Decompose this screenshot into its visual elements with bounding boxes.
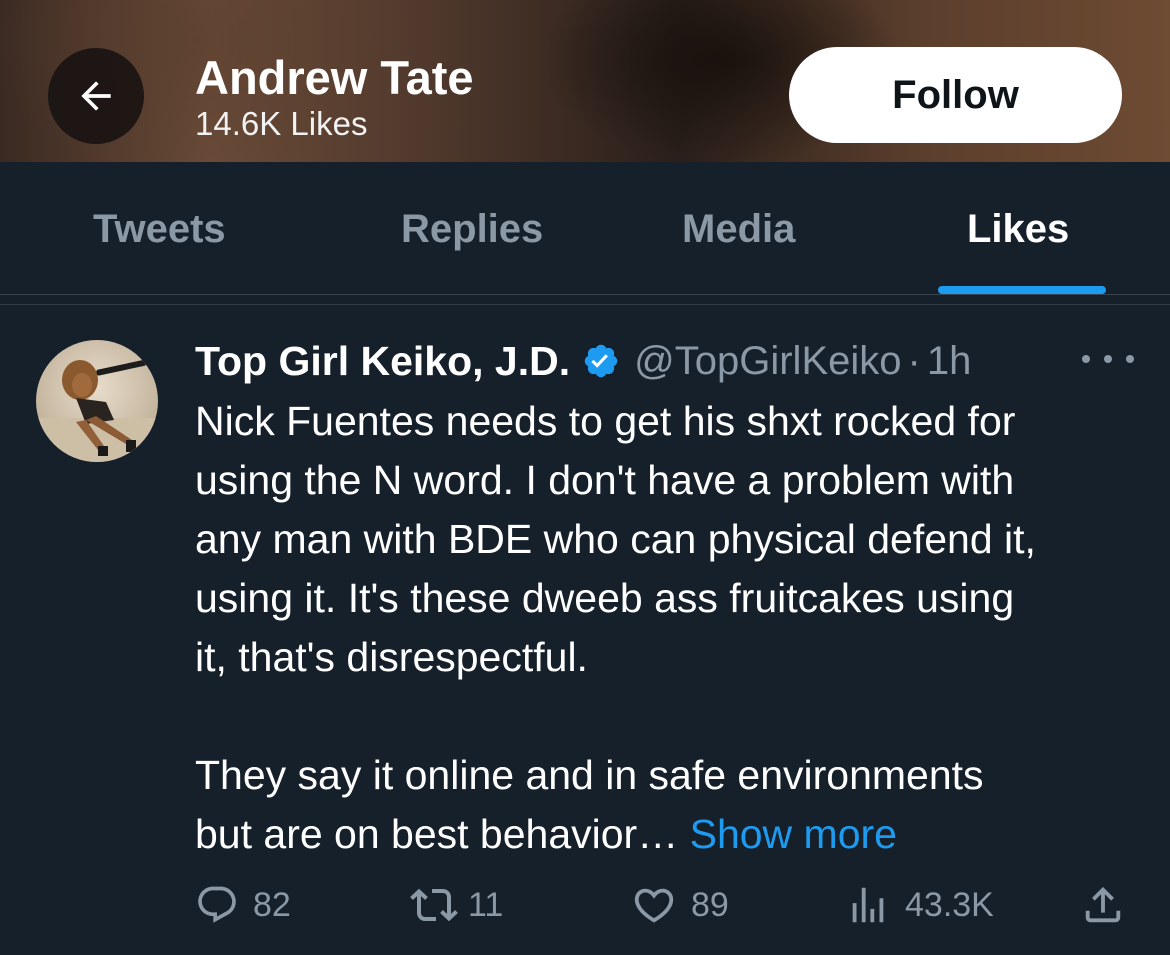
- tweet-line: but are on best behavior…: [195, 811, 679, 857]
- tweet-line: Nick Fuentes needs to get his shxt rocke…: [195, 398, 1016, 444]
- separator-dot: ·: [907, 338, 921, 383]
- tab-tweets[interactable]: Tweets: [93, 206, 226, 252]
- profile-tabs: Tweets Replies Media Likes: [0, 162, 1170, 295]
- show-more-link[interactable]: Show more: [690, 811, 897, 857]
- share-button[interactable]: [1080, 880, 1126, 930]
- tweet-actions: 82 11 89 43.3K: [195, 880, 1135, 930]
- divider: [0, 304, 1170, 305]
- tweet-timestamp[interactable]: 1h: [927, 339, 972, 384]
- like-button[interactable]: 89: [631, 880, 729, 930]
- tab-replies[interactable]: Replies: [401, 206, 543, 252]
- verified-badge-icon: [582, 342, 620, 380]
- tweet-line: They say it online and in safe environme…: [195, 752, 984, 798]
- tweet-line: any man with BDE who can physical defend…: [195, 516, 1036, 562]
- author-name[interactable]: Top Girl Keiko, J.D.: [195, 338, 570, 385]
- more-options-button[interactable]: [1082, 345, 1134, 373]
- avatar[interactable]: [36, 340, 158, 462]
- follow-button[interactable]: Follow: [789, 47, 1122, 143]
- tweet-line: using it. It's these dweeb ass fruitcake…: [195, 575, 1015, 621]
- author-handle[interactable]: @TopGirlKeiko: [634, 339, 901, 384]
- reply-button[interactable]: 82: [195, 880, 291, 930]
- retweet-icon: [410, 888, 458, 922]
- reply-icon: [198, 886, 236, 923]
- active-tab-indicator: [938, 286, 1106, 294]
- share-icon: [1085, 886, 1121, 923]
- tweet-author-line: Top Girl Keiko, J.D. @TopGirlKeiko · 1h: [195, 336, 971, 386]
- avatar-image: [36, 340, 158, 462]
- heart-icon: [634, 888, 674, 923]
- tab-likes[interactable]: Likes: [967, 206, 1069, 252]
- tab-media[interactable]: Media: [682, 206, 795, 252]
- views-count: 43.3K: [905, 885, 994, 924]
- reply-count: 82: [253, 885, 291, 924]
- arrow-left-icon: [81, 81, 111, 111]
- tweet-line: it, that's disrespectful.: [195, 634, 588, 680]
- more-horizontal-icon: [1082, 355, 1090, 363]
- retweet-count: 11: [468, 885, 504, 924]
- views-bar-chart-icon: [852, 887, 884, 923]
- views-button[interactable]: 43.3K: [845, 880, 994, 930]
- page-title: Andrew Tate: [195, 51, 474, 104]
- profile-header: Andrew Tate 14.6K Likes Follow: [0, 0, 1170, 162]
- tweet-line: using the N word. I don't have a problem…: [195, 457, 1015, 503]
- tweet-text: Nick Fuentes needs to get his shxt rocke…: [195, 392, 1140, 864]
- like-count: 89: [691, 885, 729, 924]
- retweet-button[interactable]: 11: [410, 880, 503, 930]
- back-button[interactable]: [48, 48, 144, 144]
- likes-count: 14.6K Likes: [195, 105, 368, 142]
